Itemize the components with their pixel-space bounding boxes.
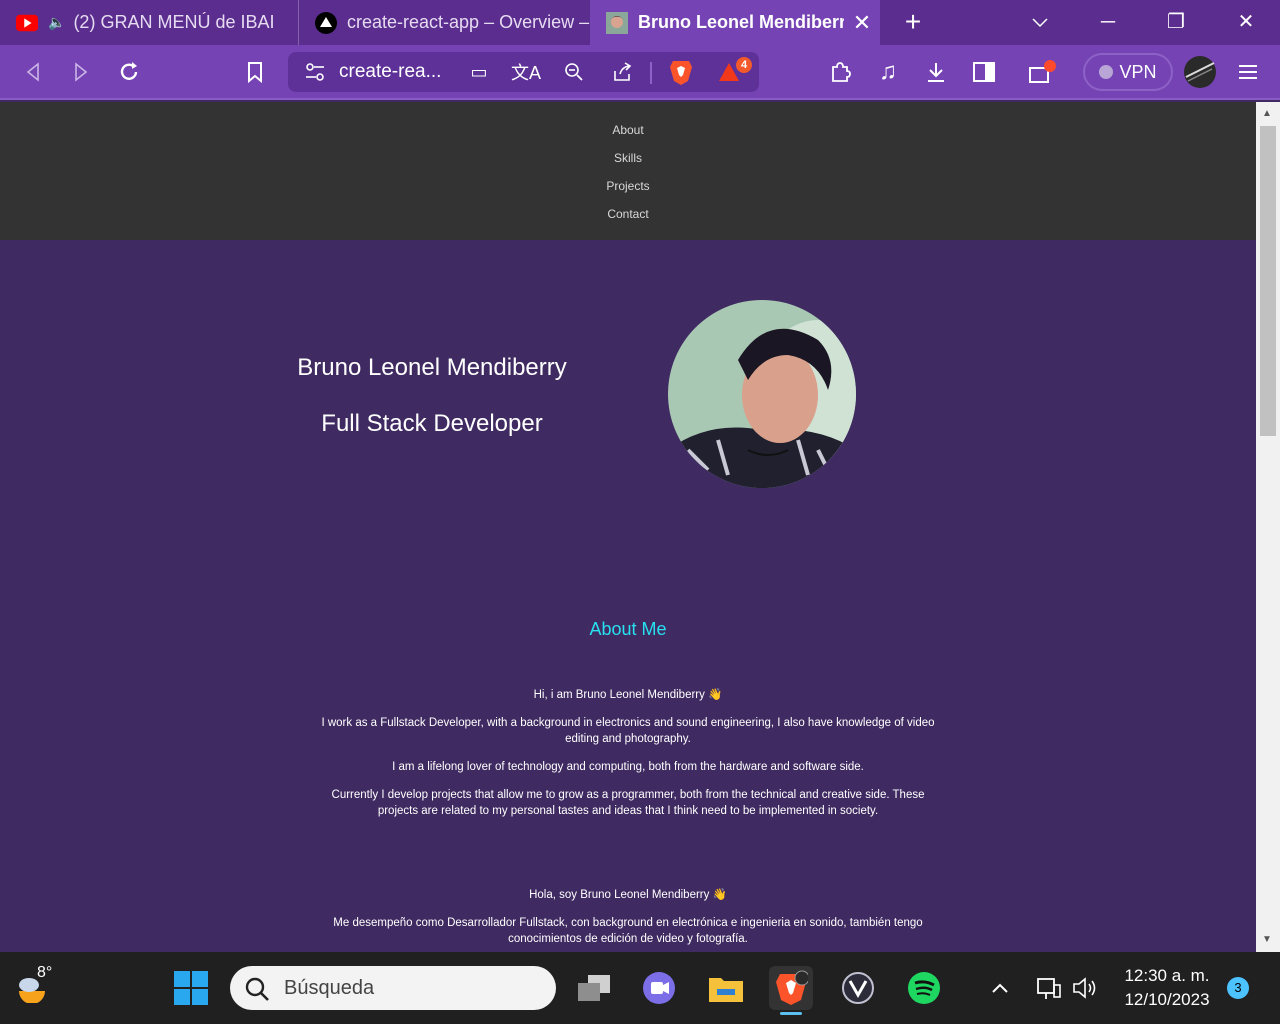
browser-toolbar: create-rea... ▭ 文A 4 ♫ VPN — [0, 45, 1280, 100]
site-settings-icon[interactable] — [298, 55, 332, 89]
share-icon[interactable] — [605, 55, 639, 89]
search-placeholder: Búsqueda — [284, 976, 375, 999]
windows-start-icon[interactable] — [169, 966, 213, 1010]
tab-list-chevron-icon[interactable] — [1006, 0, 1074, 45]
zoom-out-icon[interactable] — [557, 55, 591, 89]
translate-icon[interactable]: 文A — [509, 55, 543, 89]
weather-temperature: 8° — [37, 964, 53, 981]
hero-role: Full Stack Developer — [321, 410, 543, 437]
vpn-label: VPN — [1119, 61, 1157, 82]
windows-taskbar: 8° Búsqueda 12:30 a. m. 12/10/2023 3 — [0, 952, 1280, 1024]
brave-taskbar-icon[interactable] — [769, 966, 813, 1010]
download-icon[interactable] — [919, 55, 953, 89]
sidebar-icon[interactable] — [967, 55, 1001, 89]
vpn-status-icon — [1099, 65, 1114, 79]
scroll-down-arrow-icon[interactable]: ▼ — [1262, 934, 1272, 945]
close-tab-icon[interactable]: ✕ — [844, 10, 880, 36]
wallet-icon[interactable] — [1025, 55, 1059, 89]
about-es-paragraph-1: Me desempeño como Desarrollador Fullstac… — [333, 917, 923, 945]
about-en-paragraph-1: I work as a Fullstack Developer, with a … — [321, 717, 935, 745]
clock-date: 12/10/2023 — [1124, 990, 1210, 1009]
brave-shields-icon[interactable] — [664, 55, 698, 89]
tab-title: (2) GRAN MENÚ de IBAI — [73, 12, 275, 32]
vpn-button[interactable]: VPN — [1083, 53, 1173, 91]
teams-chat-icon[interactable] — [637, 966, 681, 1010]
vercel-icon — [315, 11, 337, 34]
tab-create-react-app[interactable]: create-react-app – Overview – — [298, 0, 590, 45]
scrollbar-thumb[interactable] — [1260, 126, 1276, 436]
tab-active-portfolio[interactable]: Bruno Leonel Mendiberry ✕ — [590, 0, 880, 45]
minimize-icon[interactable]: ─ — [1074, 0, 1142, 45]
spotify-icon[interactable] — [902, 966, 946, 1010]
tab-youtube[interactable]: 🔈 (2) GRAN MENÚ de IBAI — [0, 0, 298, 45]
scroll-up-arrow-icon[interactable]: ▲ — [1262, 108, 1272, 119]
active-app-indicator — [780, 1012, 802, 1015]
tab-title: create-react-app – Overview – — [347, 12, 590, 32]
new-tab-button[interactable]: + — [896, 6, 930, 40]
hero-name: Bruno Leonel Mendiberry — [297, 354, 567, 381]
profile-avatar-icon[interactable] — [1183, 55, 1217, 89]
taskbar-clock[interactable]: 12:30 a. m. 12/10/2023 — [1112, 964, 1222, 1012]
about-en-paragraph-2: I am a lifelong lover of technology and … — [392, 761, 864, 773]
task-view-icon[interactable] — [572, 966, 616, 1010]
volume-icon[interactable] — [1063, 966, 1107, 1010]
close-window-icon[interactable]: ✕ — [1212, 0, 1280, 45]
page-scrollbar[interactable]: ▲ ▼ — [1256, 102, 1280, 952]
tab-title: Bruno Leonel Mendiberry — [638, 12, 844, 32]
nav-link-skills[interactable]: Skills — [0, 151, 1256, 165]
back-icon[interactable] — [16, 55, 50, 89]
about-en-paragraph-3: Currently I develop projects that allow … — [331, 789, 925, 817]
menu-icon[interactable] — [1231, 55, 1265, 89]
music-icon[interactable]: ♫ — [871, 55, 905, 89]
chevron-up-icon[interactable] — [978, 966, 1022, 1010]
forward-icon[interactable] — [64, 55, 98, 89]
nav-link-contact[interactable]: Contact — [0, 207, 1256, 221]
app-launcher-icon[interactable] — [836, 966, 880, 1010]
about-en-greeting: Hi, i am Bruno Leonel Mendiberry 👋 — [533, 689, 723, 701]
site-nav: About Skills Projects Contact — [0, 102, 1256, 240]
page-viewport: About Skills Projects Contact Bruno Leon… — [0, 102, 1256, 952]
extensions-icon[interactable] — [823, 55, 857, 89]
profile-photo — [668, 300, 856, 488]
notification-count-badge[interactable]: 3 — [1227, 977, 1249, 999]
restore-icon[interactable]: ❐ — [1142, 0, 1210, 45]
omnibox-divider — [650, 62, 652, 84]
url-text[interactable]: create-rea... — [339, 61, 441, 83]
youtube-icon — [16, 12, 38, 34]
profile-photo-icon — [606, 11, 628, 34]
about-es-greeting: Hola, soy Bruno Leonel Mendiberry 👋 — [529, 889, 727, 901]
bookmark-icon[interactable] — [238, 55, 272, 89]
search-icon — [244, 976, 270, 1008]
taskbar-search[interactable]: Búsqueda — [230, 966, 556, 1010]
nav-link-about[interactable]: About — [0, 123, 1256, 137]
file-explorer-icon[interactable] — [704, 966, 748, 1010]
rewards-badge: 4 — [736, 57, 752, 73]
address-bar[interactable]: create-rea... ▭ 文A — [288, 52, 759, 92]
clock-time: 12:30 a. m. — [1124, 966, 1210, 985]
nav-link-projects[interactable]: Projects — [0, 179, 1256, 193]
speaker-icon[interactable]: 🔈 — [48, 14, 65, 31]
tab-strip: 🔈 (2) GRAN MENÚ de IBAI create-react-app… — [0, 0, 1280, 45]
reload-icon[interactable] — [112, 55, 146, 89]
about-section-title: About Me — [589, 619, 667, 639]
cast-icon[interactable]: ▭ — [462, 55, 496, 89]
